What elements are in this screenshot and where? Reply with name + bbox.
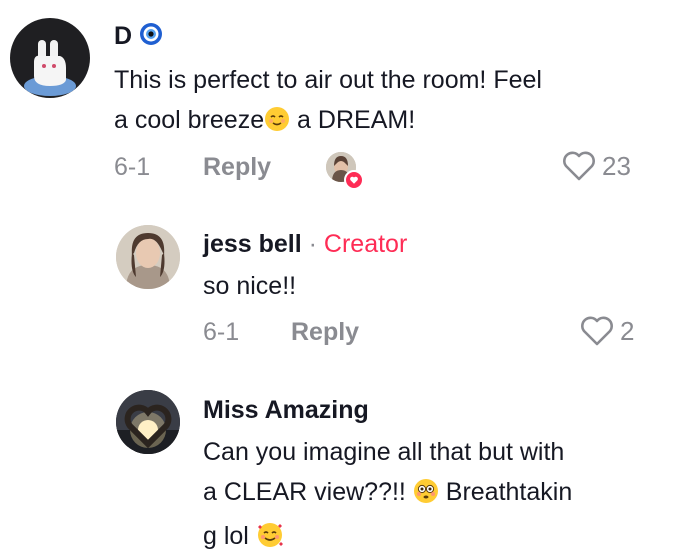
comment-text: This is perfect to air out the room! Fee… xyxy=(114,60,654,144)
comment-line: g lol xyxy=(203,516,653,560)
heart-outline-icon xyxy=(581,316,613,346)
comment-date: 6-1 xyxy=(114,153,151,181)
comment-text: so nice!! xyxy=(203,272,297,300)
separator-dot: · xyxy=(308,230,317,258)
avatar[interactable] xyxy=(10,18,90,98)
comment-fragment: a cool breeze xyxy=(114,106,265,134)
comment-text: Can you imagine all that but with a CLEA… xyxy=(203,432,653,560)
avatar[interactable] xyxy=(116,225,180,289)
creator-liked-badge xyxy=(326,152,364,190)
comment-line: a cool breeze a DREAM! xyxy=(114,100,654,144)
comment-fragment: Breathtakin xyxy=(438,478,573,506)
like-count: 2 xyxy=(620,315,635,346)
author-name: jess bell xyxy=(203,230,302,258)
reply-button[interactable]: Reply xyxy=(203,153,271,182)
comment-line: This is perfect to air out the room! Fee… xyxy=(114,66,542,94)
relieved-face-emoji-icon xyxy=(264,104,290,144)
like-button[interactable]: 2 xyxy=(580,315,634,347)
heart-icon xyxy=(344,170,364,190)
comment-fragment: g lol xyxy=(203,522,256,550)
avatar[interactable] xyxy=(116,390,180,454)
heart-outline-icon xyxy=(563,151,595,181)
flushed-face-emoji-icon xyxy=(413,476,439,516)
comment-author[interactable]: jess bell · Creator xyxy=(203,230,407,259)
smiling-face-with-hearts-emoji-icon xyxy=(256,520,284,560)
comment-fragment: a CLEAR view??!! xyxy=(203,478,413,506)
creator-label: Creator xyxy=(323,230,408,258)
comment-author[interactable]: D xyxy=(114,22,163,53)
like-button[interactable]: 23 xyxy=(562,150,631,182)
comment-line: a CLEAR view??!! Breathtakin xyxy=(203,472,653,516)
comment-line: Can you imagine all that but with xyxy=(203,438,565,466)
comment-date: 6-1 xyxy=(203,318,240,346)
nazar-eye-icon xyxy=(139,22,163,53)
comment-author[interactable]: Miss Amazing xyxy=(203,396,369,425)
like-count: 23 xyxy=(602,150,631,181)
reply-button[interactable]: Reply xyxy=(291,318,359,347)
author-name: D xyxy=(114,22,133,50)
comment-fragment: a DREAM! xyxy=(290,106,416,134)
